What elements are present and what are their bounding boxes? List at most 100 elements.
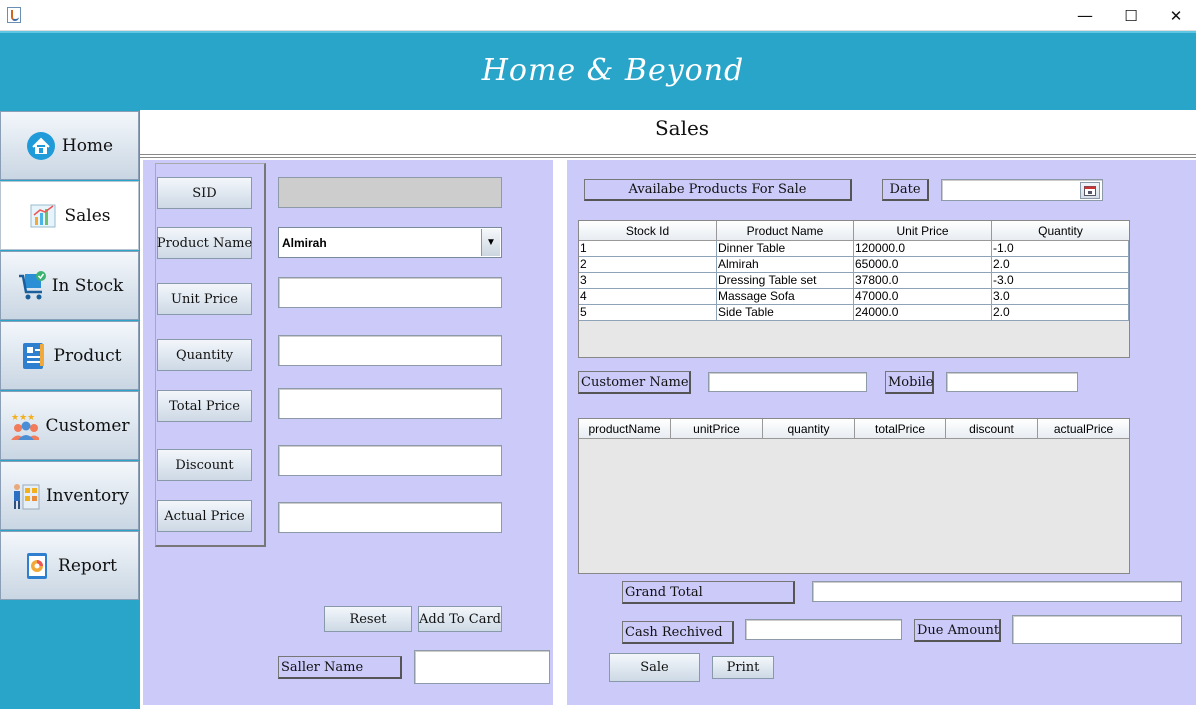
- product-name-label: Product Name: [157, 227, 252, 259]
- table-cell: 2.0: [992, 257, 1129, 272]
- actual-price-field[interactable]: [278, 502, 502, 533]
- sales-chart-icon: [28, 201, 58, 231]
- nav-label-sales: Sales: [64, 205, 111, 226]
- table-cell: 47000.0: [854, 289, 992, 304]
- mobile-field[interactable]: [946, 372, 1078, 392]
- app-header: Home & Beyond: [0, 31, 1196, 110]
- table-cell: -3.0: [992, 273, 1129, 288]
- mobile-label: Mobile: [885, 371, 934, 394]
- nav-in-stock-button[interactable]: In Stock: [0, 251, 139, 320]
- table-cell: 3.0: [992, 289, 1129, 304]
- sid-field: [278, 177, 502, 208]
- table-cell: Dressing Table set: [717, 273, 854, 288]
- reset-button[interactable]: Reset: [324, 606, 412, 632]
- cash-received-field[interactable]: [745, 619, 902, 640]
- calendar-icon[interactable]: [1080, 182, 1100, 199]
- table-row[interactable]: 5 Side Table 24000.0 2.0: [579, 305, 1129, 321]
- table-cell: -1.0: [992, 241, 1129, 256]
- table-cell: Side Table: [717, 305, 854, 320]
- column-header[interactable]: discount: [946, 419, 1038, 439]
- table-row[interactable]: 2 Almirah 65000.0 2.0: [579, 257, 1129, 273]
- table-cell: 24000.0: [854, 305, 992, 320]
- home-icon: [26, 131, 56, 161]
- product-name-selected: Almirah: [282, 235, 327, 250]
- discount-field[interactable]: [278, 445, 502, 476]
- date-label: Date: [882, 179, 929, 201]
- nav-label-product: Product: [53, 345, 122, 366]
- total-price-label: Total Price: [157, 390, 252, 422]
- sid-label: SID: [157, 177, 252, 209]
- sale-button[interactable]: Sale: [609, 653, 700, 682]
- column-header[interactable]: quantity: [763, 419, 855, 439]
- total-price-field[interactable]: [278, 388, 502, 419]
- table-cell: 2.0: [992, 305, 1129, 320]
- chevron-down-icon[interactable]: ▼: [481, 229, 500, 256]
- seller-name-label: Saller Name: [278, 656, 402, 679]
- table-row[interactable]: 4 Massage Sofa 47000.0 3.0: [579, 289, 1129, 305]
- due-amount-label: Due Amount: [914, 619, 1001, 642]
- grand-total-label: Grand Total: [622, 581, 795, 604]
- table-cell: 120000.0: [854, 241, 992, 256]
- product-name-select[interactable]: Almirah ▼: [278, 227, 502, 258]
- customer-name-field[interactable]: [708, 372, 867, 392]
- table-row[interactable]: 1 Dinner Table 120000.0 -1.0: [579, 241, 1129, 257]
- due-amount-field[interactable]: [1012, 615, 1182, 644]
- minimize-button[interactable]: —: [1062, 0, 1108, 31]
- table-cell: 4: [579, 289, 717, 304]
- date-picker[interactable]: [941, 179, 1103, 201]
- column-header[interactable]: totalPrice: [855, 419, 946, 439]
- table-row[interactable]: 3 Dressing Table set 37800.0 -3.0: [579, 273, 1129, 289]
- column-header[interactable]: actualPrice: [1038, 419, 1129, 439]
- cart-table-header: productName unitPrice quantity totalPric…: [579, 419, 1129, 439]
- product-list-icon: [18, 341, 48, 371]
- nav-product-button[interactable]: Product: [0, 321, 139, 390]
- cash-received-label: Cash Rechived: [622, 621, 734, 644]
- window-title-bar: — ☐ ✕: [0, 0, 1196, 31]
- column-header[interactable]: unitPrice: [671, 419, 763, 439]
- nav-customer-button[interactable]: ★★★ Customer: [0, 391, 139, 460]
- table-cell: 65000.0: [854, 257, 992, 272]
- page-title: Sales: [654, 116, 710, 140]
- available-products-table: Stock Id Product Name Unit Price Quantit…: [578, 220, 1130, 358]
- column-header[interactable]: Quantity: [992, 221, 1129, 241]
- table-cell: Dinner Table: [717, 241, 854, 256]
- maximize-button[interactable]: ☐: [1108, 0, 1154, 31]
- nav-home-button[interactable]: Home: [0, 111, 139, 180]
- column-header[interactable]: productName: [579, 419, 671, 439]
- table-cell: 3: [579, 273, 717, 288]
- svg-text:★★★: ★★★: [11, 413, 35, 423]
- add-to-card-button[interactable]: Add To Card: [418, 606, 502, 632]
- actual-price-label: Actual Price: [157, 500, 252, 532]
- nav-label-in-stock: In Stock: [51, 275, 124, 296]
- column-header[interactable]: Stock Id: [579, 221, 717, 241]
- available-products-label: Availabe Products For Sale: [584, 179, 852, 201]
- report-icon: [22, 551, 52, 581]
- nav-label-customer: Customer: [45, 415, 130, 436]
- customer-name-label: Customer Name: [578, 371, 691, 394]
- grand-total-field[interactable]: [812, 581, 1182, 602]
- unit-price-field[interactable]: [278, 277, 502, 308]
- inventory-worker-icon: [10, 481, 40, 511]
- nav-label-inventory: Inventory: [45, 485, 130, 506]
- table-cell: 37800.0: [854, 273, 992, 288]
- nav-report-button[interactable]: Report: [0, 531, 139, 600]
- column-header[interactable]: Unit Price: [854, 221, 992, 241]
- nav-inventory-button[interactable]: Inventory: [0, 461, 139, 530]
- table-cell: 1: [579, 241, 717, 256]
- brand-title: Home & Beyond: [481, 53, 745, 88]
- customer-group-icon: ★★★: [9, 411, 40, 441]
- close-button[interactable]: ✕: [1153, 0, 1196, 31]
- table-cell: 5: [579, 305, 717, 320]
- title-separator: [140, 154, 1196, 158]
- nav-label-home: Home: [61, 135, 114, 156]
- discount-label: Discount: [157, 449, 252, 481]
- table-cell: Almirah: [717, 257, 854, 272]
- cart-icon: [16, 270, 46, 301]
- quantity-field[interactable]: [278, 335, 502, 366]
- available-products-header: Stock Id Product Name Unit Price Quantit…: [579, 221, 1129, 241]
- nav-sales-button[interactable]: Sales: [0, 181, 139, 250]
- print-button[interactable]: Print: [712, 656, 774, 679]
- available-products-body: 1 Dinner Table 120000.0 -1.0 2 Almirah 6…: [579, 241, 1129, 321]
- column-header[interactable]: Product Name: [717, 221, 854, 241]
- seller-name-field[interactable]: [414, 650, 550, 684]
